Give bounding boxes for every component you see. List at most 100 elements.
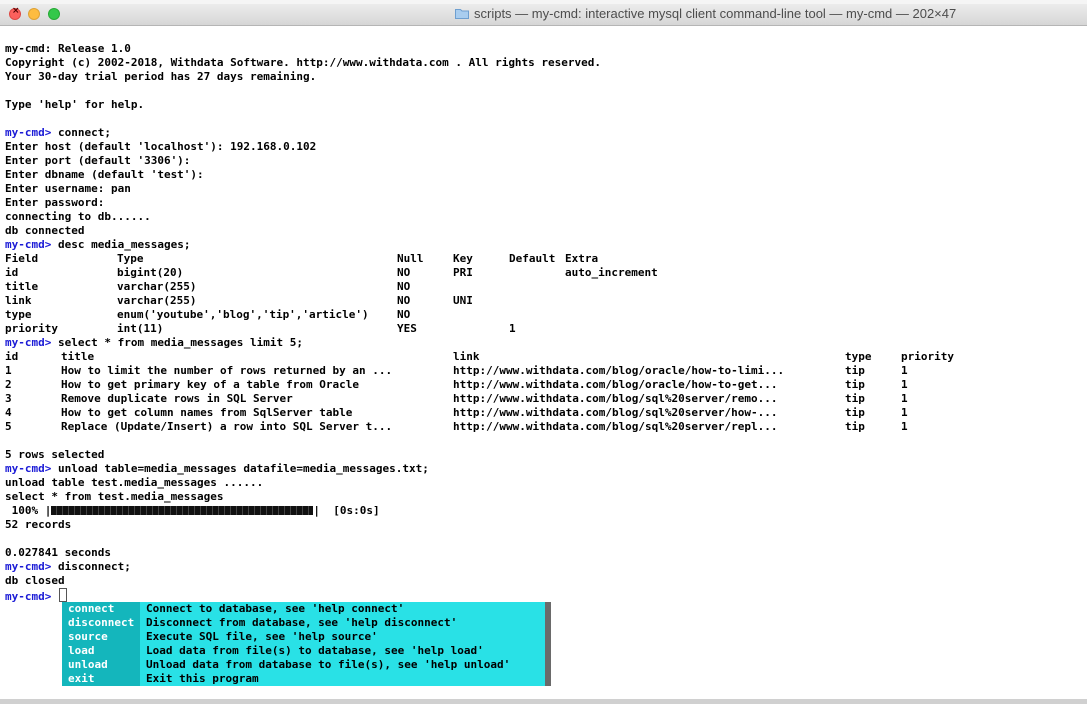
table-row: link varchar(255) NO UNI: [5, 294, 971, 308]
minimize-button[interactable]: [28, 8, 40, 20]
banner-line: my-cmd: Release 1.0: [5, 42, 131, 55]
completion-description: Connect to database, see 'help connect': [146, 602, 405, 615]
window-title-text: scripts — my-cmd: interactive mysql clie…: [474, 6, 957, 21]
completion-scrollbar[interactable]: [545, 602, 551, 686]
table-cell: 1: [901, 420, 908, 433]
window-titlebar: × scripts — my-cmd: interactive mysql cl…: [0, 4, 1087, 26]
banner-line: Copyright (c) 2002-2018, Withdata Softwa…: [5, 56, 602, 69]
table-cell: http://www.withdata.com/blog/sql%20serve…: [453, 406, 778, 419]
help-hint: Type 'help' for help.: [5, 98, 145, 111]
prompt: my-cmd>: [5, 462, 52, 475]
column-header: Default: [509, 252, 556, 265]
table-cell: tip: [845, 378, 865, 391]
completion-description: Unload data from database to file(s), se…: [146, 658, 511, 671]
table-cell: 4: [5, 406, 12, 419]
completion-item[interactable]: connect Connect to database, see 'help co…: [62, 602, 551, 616]
column-header: Field: [5, 252, 39, 265]
table-cell: http://www.withdata.com/blog/oracle/how-…: [453, 364, 785, 377]
text-cursor: [58, 588, 67, 602]
prompt: my-cmd>: [5, 590, 52, 603]
column-header: Extra: [565, 252, 599, 265]
table-row: title varchar(255) NO: [5, 280, 971, 294]
table-cell: tip: [845, 364, 865, 377]
table-row: id bigint(20) NO PRI auto_increment: [5, 266, 971, 280]
command-text: unload table=media_messages datafile=med…: [57, 462, 429, 475]
table-cell: bigint(20): [117, 266, 184, 279]
column-header: priority: [901, 350, 954, 363]
completion-item[interactable]: source Execute SQL file, see 'help source…: [62, 630, 551, 644]
command-line: my-cmd> desc media_messages;: [5, 238, 971, 252]
table-cell: enum('youtube','blog','tip','article'): [117, 308, 369, 321]
completion-command: load: [62, 644, 140, 658]
rows-selected: 5 rows selected: [5, 448, 105, 461]
table-row: 2 How to get primary key of a table from …: [5, 378, 971, 392]
table-cell: 1: [901, 364, 908, 377]
table-cell: How to get column names from SqlServer t…: [61, 406, 353, 419]
table-cell: tip: [845, 406, 865, 419]
table-cell: http://www.withdata.com/blog/sql%20serve…: [453, 392, 778, 405]
prompt: my-cmd>: [5, 336, 52, 349]
table-row: 4 How to get column names from SqlServer …: [5, 406, 971, 420]
banner-line: Your 30-day trial period has 27 days rem…: [5, 70, 317, 83]
table-cell: NO: [397, 266, 411, 279]
active-prompt-line[interactable]: my-cmd>: [5, 588, 971, 603]
column-header: id: [5, 350, 19, 363]
output-line: unload table test.media_messages ......: [5, 476, 264, 489]
completion-description: Disconnect from database, see 'help disc…: [146, 616, 458, 629]
table-row: type enum('youtube','blog','tip','article…: [5, 308, 971, 322]
table-cell: NO: [397, 308, 411, 321]
completion-item[interactable]: exit Exit this program: [62, 672, 551, 686]
table-cell: 2: [5, 378, 12, 391]
completion-item[interactable]: disconnect Disconnect from database, see …: [62, 616, 551, 630]
table-cell: How to limit the number of rows returned…: [61, 364, 393, 377]
completion-command: unload: [62, 658, 140, 672]
completion-item[interactable]: load Load data from file(s) to database, …: [62, 644, 551, 658]
completion-description: Load data from file(s) to database, see …: [146, 644, 484, 657]
output-line: Enter password:: [5, 196, 105, 209]
table-cell: NO: [397, 294, 411, 307]
table-cell: 1: [901, 406, 908, 419]
command-line: my-cmd> connect;: [5, 126, 971, 140]
output-line: db connected: [5, 224, 85, 237]
table-row: 1 How to limit the number of rows returne…: [5, 364, 971, 378]
terminal-content[interactable]: my-cmd: Release 1.0 Copyright (c) 2002-2…: [0, 27, 1087, 699]
completion-menu[interactable]: connect Connect to database, see 'help co…: [62, 602, 551, 686]
table-cell: type: [5, 308, 32, 321]
column-header: Key: [453, 252, 473, 265]
column-header: title: [61, 350, 95, 363]
table-cell: Replace (Update/Insert) a row into SQL S…: [61, 420, 393, 433]
command-line: my-cmd> unload table=media_messages data…: [5, 462, 971, 476]
table-cell: auto_increment: [565, 266, 658, 279]
records-count: 52 records: [5, 518, 72, 531]
completion-item[interactable]: unload Unload data from database to file(…: [62, 658, 551, 672]
zoom-button[interactable]: [48, 8, 60, 20]
progress-percent: 100%: [11, 504, 39, 517]
output-line: Enter dbname (default 'test'):: [5, 168, 204, 181]
folder-icon: [455, 9, 469, 19]
table-cell: 1: [509, 322, 516, 335]
prompt: my-cmd>: [5, 126, 52, 139]
prompt: my-cmd>: [5, 238, 52, 251]
column-header: link: [453, 350, 480, 363]
table-cell: tip: [845, 420, 865, 433]
close-button[interactable]: ×: [9, 6, 21, 20]
table-cell: PRI: [453, 266, 473, 279]
table-cell: How to get primary key of a table from O…: [61, 378, 360, 391]
table-cell: varchar(255): [117, 280, 197, 293]
table-header-row: id title link type priority: [5, 350, 971, 364]
table-cell: NO: [397, 280, 411, 293]
output-line: Enter username: pan: [5, 182, 131, 195]
completion-command: connect: [62, 602, 140, 616]
table-cell: 3: [5, 392, 12, 405]
command-text: desc media_messages;: [57, 238, 191, 251]
progress-line: 100% | | [0s:0s]: [11, 504, 380, 517]
table-row: 5 Replace (Update/Insert) a row into SQL …: [5, 420, 971, 434]
elapsed-time: 0.027841 seconds: [5, 546, 111, 559]
table-cell: 1: [901, 378, 908, 391]
command-text: select * from media_messages limit 5;: [57, 336, 304, 349]
close-icon: ×: [12, 6, 20, 16]
command-line: my-cmd> disconnect;: [5, 560, 971, 574]
table-row: 3 Remove duplicate rows in SQL Server http…: [5, 392, 971, 406]
